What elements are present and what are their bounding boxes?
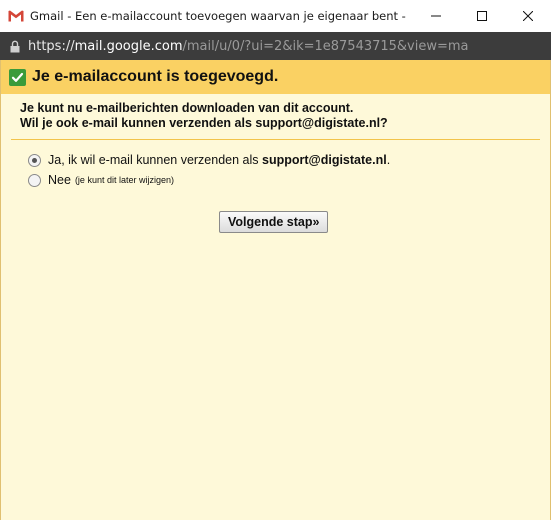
gmail-icon bbox=[8, 8, 24, 24]
intro-line-1: Je kunt nu e-mailberichten downloaden va… bbox=[20, 101, 354, 115]
option-yes[interactable]: Ja, ik wil e-mail kunnen verzenden als s… bbox=[28, 150, 550, 170]
checkmark-icon bbox=[9, 68, 26, 86]
intro-text: Je kunt nu e-mailberichten downloaden va… bbox=[1, 94, 550, 131]
dialog-content: Je e-mailaccount is toegevoegd. Je kunt … bbox=[0, 60, 551, 520]
send-as-options: Ja, ik wil e-mail kunnen verzenden als s… bbox=[1, 140, 550, 190]
window-controls bbox=[413, 0, 551, 32]
next-step-button[interactable]: Volgende stap» bbox=[219, 211, 329, 233]
button-container: Volgende stap» bbox=[219, 211, 329, 233]
radio-no[interactable] bbox=[28, 173, 41, 187]
radio-selected-dot bbox=[32, 157, 37, 163]
option-no-label[interactable]: Nee bbox=[48, 173, 71, 187]
url-path: /mail/u/0/?ui=2&ik=1e87543715&view=ma bbox=[182, 38, 469, 54]
close-icon[interactable] bbox=[505, 0, 551, 32]
lock-icon bbox=[10, 39, 20, 53]
dialog-title: Je e-mailaccount is toegevoegd. bbox=[32, 68, 279, 85]
url-text[interactable]: https://mail.google.com/mail/u/0/?ui=2&i… bbox=[28, 39, 469, 54]
option-no[interactable]: Nee (je kunt dit later wijzigen) bbox=[28, 170, 550, 190]
option-yes-suffix: . bbox=[386, 153, 391, 167]
window-titlebar: Gmail - Een e-mailaccount toevoegen waar… bbox=[0, 0, 551, 32]
window-title: Gmail - Een e-mailaccount toevoegen waar… bbox=[30, 9, 408, 23]
option-yes-prefix: Ja, ik wil e-mail kunnen verzenden als bbox=[48, 153, 262, 167]
intro-line-2: Wil je ook e-mail kunnen verzenden als s… bbox=[20, 116, 388, 130]
address-bar[interactable]: https://mail.google.com/mail/u/0/?ui=2&i… bbox=[0, 32, 551, 60]
option-yes-email: support@digistate.nl bbox=[262, 153, 387, 167]
url-host: mail.google.com bbox=[74, 38, 183, 54]
minimize-icon[interactable] bbox=[413, 0, 459, 32]
option-no-note: (je kunt dit later wijzigen) bbox=[74, 175, 174, 185]
url-scheme: https:// bbox=[28, 38, 75, 54]
radio-yes[interactable] bbox=[28, 153, 41, 167]
option-yes-label[interactable]: Ja, ik wil e-mail kunnen verzenden als s… bbox=[48, 153, 390, 167]
maximize-icon[interactable] bbox=[459, 0, 505, 32]
dialog-header: Je e-mailaccount is toegevoegd. bbox=[1, 60, 550, 94]
